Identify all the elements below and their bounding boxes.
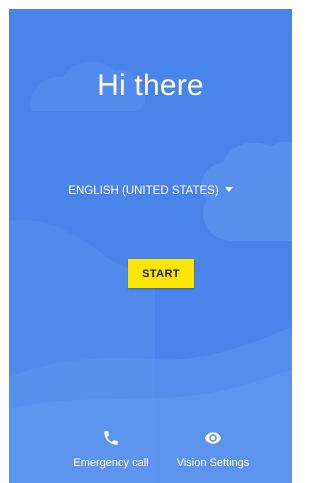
start-button[interactable]: START (128, 259, 194, 288)
vision-settings-label: Vision Settings (176, 457, 250, 469)
welcome-title: Hi there (97, 69, 204, 102)
vision-settings-button[interactable]: Vision Settings (171, 429, 255, 475)
language-selector[interactable]: ENGLISH (UNITED STATES) (9, 185, 292, 197)
emergency-call-button[interactable]: Emergency call (71, 429, 151, 475)
language-selector-label: ENGLISH (UNITED STATES) (68, 185, 219, 197)
emergency-call-label: Emergency call (73, 457, 149, 469)
eye-icon (204, 432, 222, 444)
dropdown-arrow-icon (224, 187, 233, 193)
phone-icon (104, 431, 118, 445)
setup-welcome-screen: Hi there ENGLISH (UNITED STATES) START E… (9, 9, 292, 483)
